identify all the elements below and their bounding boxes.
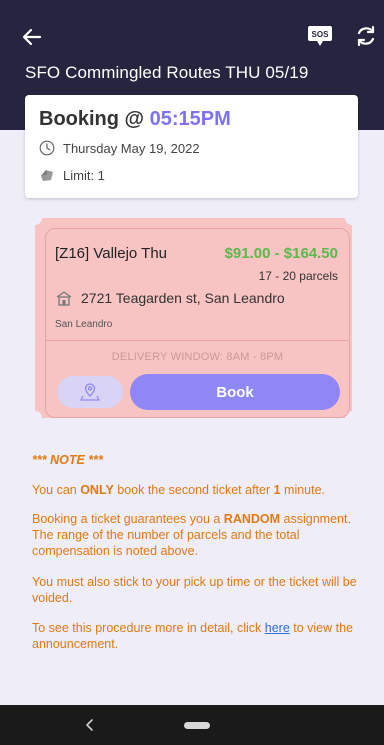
ticket-divider xyxy=(46,340,349,341)
note-line-4: To see this procedure more in detail, cl… xyxy=(32,620,362,652)
address: 2721 Teagarden st, San Leandro xyxy=(81,290,285,306)
announcement-link[interactable]: here xyxy=(265,621,290,635)
book-button[interactable]: Book xyxy=(130,374,340,410)
note-line-3: You must also stick to your pick up time… xyxy=(32,575,357,605)
note-emphasis: 1 xyxy=(273,483,281,497)
clock-icon xyxy=(39,140,55,156)
note-text: You can xyxy=(32,483,81,497)
map-pin-icon xyxy=(80,383,100,401)
arrow-left-icon[interactable] xyxy=(20,25,44,49)
delivery-window: DELIVERY WINDOW: 8AM - 8PM xyxy=(111,351,284,363)
map-button[interactable] xyxy=(57,376,123,408)
sos-button[interactable]: SOS xyxy=(307,25,333,47)
booking-limit-row: Limit: 1 xyxy=(39,167,105,183)
chevron-left-icon[interactable] xyxy=(82,717,98,733)
booking-date: Thursday May 19, 2022 xyxy=(63,140,200,156)
parcel-range: 17 - 20 parcels xyxy=(258,269,338,283)
route-name: [Z16] Vallejo Thu xyxy=(55,245,168,262)
sos-label: SOS xyxy=(312,30,330,39)
note-emphasis: RANDOM xyxy=(223,512,281,526)
booking-card: Booking @ 05:15PM Thursday May 19, 2022 … xyxy=(25,95,358,198)
note-line-2: Booking a ticket guarantees you a RANDOM… xyxy=(32,511,362,559)
sos-icon: SOS xyxy=(308,26,332,46)
booking-heading: Booking @ 05:15PM xyxy=(39,108,231,131)
home-pill[interactable] xyxy=(184,722,210,729)
ticket-notch xyxy=(28,411,42,425)
page-title: SFO Commingled Routes THU 05/19 xyxy=(25,63,309,82)
note-line-1: You can ONLY book the second ticket afte… xyxy=(32,482,362,498)
note-text: To see this procedure more in detail, cl… xyxy=(32,621,265,635)
booking-limit: Limit: 1 xyxy=(63,167,105,183)
system-nav-bar xyxy=(0,705,384,745)
home-icon xyxy=(56,291,72,306)
note-text: minute. xyxy=(280,483,326,497)
note-title: *** NOTE *** xyxy=(32,453,103,467)
booking-time: 05:15PM xyxy=(149,108,231,130)
ticket-notch xyxy=(28,211,42,225)
note-text: book the second ticket after xyxy=(113,483,274,497)
refresh-icon[interactable] xyxy=(354,24,378,48)
booking-prefix: Booking @ xyxy=(39,108,150,130)
note-text: Booking a ticket guarantees you a xyxy=(32,512,224,526)
city: San Leandro xyxy=(55,319,113,330)
booking-date-row: Thursday May 19, 2022 xyxy=(39,140,200,156)
address-row: 2721 Teagarden st, San Leandro xyxy=(55,290,285,306)
price-range: $91.00 - $164.50 xyxy=(224,245,338,262)
tag-icon xyxy=(41,170,53,181)
ticket-notch xyxy=(345,211,359,225)
note-emphasis: ONLY xyxy=(80,483,114,497)
